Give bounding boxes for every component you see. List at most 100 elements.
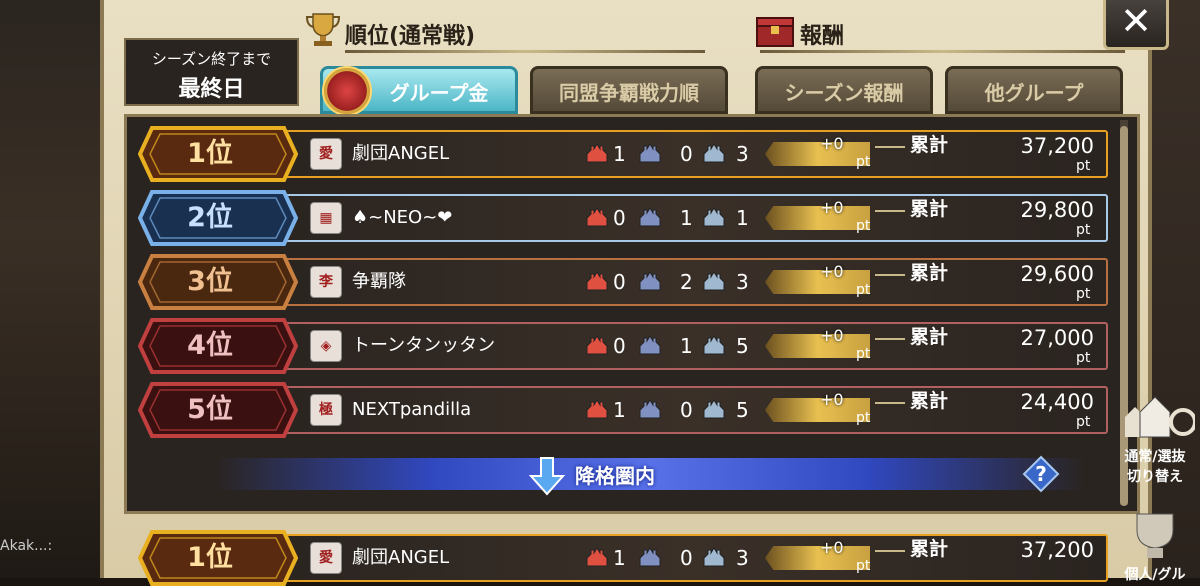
gained-points-unit: pt — [856, 410, 871, 426]
alliance-flag-icon: ▦ — [310, 202, 342, 234]
personal-group-label: 個人/グル — [1124, 567, 1186, 583]
switch-label-line2: 切り替え — [1127, 469, 1183, 485]
close-button[interactable]: ✕ — [1103, 0, 1169, 50]
castle-count-1: 1 — [613, 398, 626, 422]
tab-season-reward[interactable]: シーズン報酬 — [755, 66, 933, 114]
ranking-row[interactable]: 2位 ▦ ♠~NEO~❤ 0 1 1 +0 pt 累計 29,800 pt — [130, 190, 1110, 246]
gained-points-unit: pt — [856, 558, 871, 574]
castle-icon-blue — [639, 399, 661, 419]
castle-count-3: 5 — [736, 334, 749, 358]
gold-group-emblem-icon — [322, 66, 372, 116]
rank-label: 2位 — [187, 202, 233, 233]
castle-count-1: 0 — [613, 206, 626, 230]
gained-points-bar — [765, 398, 870, 422]
gained-points: +0 — [820, 262, 844, 281]
ranking-title-underline — [345, 50, 705, 53]
divider-arrow — [875, 550, 905, 568]
tab-group-gold-label: グループ金 — [389, 81, 489, 105]
total-label: 累計 — [910, 198, 949, 220]
demotion-zone-label: 降格圏内 — [575, 464, 655, 488]
gained-points-bar — [765, 270, 870, 294]
castle-icon-red — [586, 207, 608, 227]
gained-points-unit: pt — [856, 154, 871, 170]
switch-label-line1: 通常/選抜 — [1124, 449, 1186, 465]
castle-switch-icon — [1125, 396, 1197, 438]
castle-count-3: 3 — [736, 142, 749, 166]
trophy-icon — [305, 13, 341, 46]
rank-label: 3位 — [187, 266, 233, 297]
ranking-row[interactable]: 5位 極 NEXTpandilla 1 0 5 +0 pt 累計 24,400 … — [130, 382, 1110, 438]
divider-arrow — [875, 210, 905, 228]
svg-text:?: ? — [1035, 462, 1047, 486]
gained-points-bar — [765, 206, 870, 230]
ranking-row[interactable]: 4位 ◈ トーンタンッタン 0 1 5 +0 pt 累計 27,000 pt — [130, 318, 1110, 374]
alliance-name: トーンタンッタン — [352, 335, 496, 356]
castle-count-3: 3 — [736, 270, 749, 294]
background-left — [0, 0, 105, 578]
ranking-row[interactable]: 1位 愛 劇団ANGEL 1 0 3 +0 pt 累計 37,200 pt — [130, 126, 1110, 182]
castle-icon-blue — [639, 335, 661, 355]
divider-arrow — [875, 146, 905, 164]
castle-count-2: 0 — [680, 142, 693, 166]
gained-points-bar — [765, 546, 870, 570]
total-points: 37,200 — [1020, 538, 1094, 562]
gained-points: +0 — [820, 198, 844, 217]
castle-icon-light — [703, 143, 725, 163]
castle-icon-red — [586, 399, 608, 419]
total-label: 累計 — [910, 390, 949, 412]
chat-preview: Akak...: — [0, 538, 53, 554]
gained-points: +0 — [820, 390, 844, 409]
castle-icon-light — [703, 335, 725, 355]
alliance-flag-icon: 愛 — [310, 138, 342, 170]
close-icon: ✕ — [1120, 0, 1152, 43]
alliance-name: 劇団ANGEL — [352, 143, 450, 164]
gained-points-unit: pt — [856, 346, 871, 362]
alliance-flag-icon: 李 — [310, 266, 342, 298]
help-icon[interactable]: ? — [1022, 455, 1060, 493]
castle-count-2: 1 — [680, 206, 693, 230]
castle-icon-light — [703, 271, 725, 291]
trophy-small-icon — [1136, 513, 1174, 558]
rank-label: 4位 — [187, 330, 233, 361]
reward-title-underline — [760, 50, 1125, 53]
castle-icon-red — [586, 335, 608, 355]
season-remaining-box: シーズン終了まで 最終日 — [124, 38, 299, 106]
total-points: 27,000 — [1020, 326, 1094, 350]
alliance-flag-icon: ◈ — [310, 330, 342, 362]
castle-count-1: 0 — [613, 270, 626, 294]
gained-points-unit: pt — [856, 218, 871, 234]
divider-arrow — [875, 274, 905, 292]
castle-icon-light — [703, 207, 725, 227]
total-points-unit: pt — [1076, 158, 1091, 174]
castle-icon-light — [703, 547, 725, 567]
rank-label: 1位 — [187, 138, 233, 169]
tab-alliance-power[interactable]: 同盟争覇戦力順 — [530, 66, 728, 114]
castle-count-3: 5 — [736, 398, 749, 422]
alliance-name: NEXTpandilla — [352, 399, 472, 420]
season-remaining-label: シーズン終了まで — [151, 50, 272, 68]
ranking-title: 順位(通常戦) — [345, 24, 476, 49]
castle-icon-blue — [639, 207, 661, 227]
castle-icon-blue — [639, 547, 661, 567]
tab-other-group[interactable]: 他グループ — [945, 66, 1123, 114]
castle-count-1: 0 — [613, 334, 626, 358]
ranking-row[interactable]: 3位 李 争覇隊 0 2 3 +0 pt 累計 29,600 pt — [130, 254, 1110, 310]
alliance-name: 争覇隊 — [352, 271, 406, 292]
gained-points: +0 — [820, 326, 844, 345]
alliance-name: ♠~NEO~❤ — [352, 207, 453, 228]
total-points-unit: pt — [1076, 350, 1091, 366]
divider-arrow — [875, 402, 905, 420]
total-points: 37,200 — [1020, 134, 1094, 158]
castle-count-3: 1 — [736, 206, 749, 230]
reward-title: 報酬 — [800, 24, 845, 49]
alliance-flag-icon: 極 — [310, 394, 342, 426]
total-label: 累計 — [910, 134, 949, 156]
castle-icon-red — [586, 271, 608, 291]
personal-group-button[interactable]: 個人/グル — [1110, 510, 1200, 584]
gained-points: +0 — [820, 134, 844, 153]
total-label: 累計 — [910, 262, 949, 284]
alliance-flag-icon: 愛 — [310, 542, 342, 574]
normal-select-switch-button[interactable]: 通常/選抜 切り替え — [1110, 392, 1200, 486]
castle-icon-red — [586, 547, 608, 567]
castle-count-1: 1 — [613, 142, 626, 166]
